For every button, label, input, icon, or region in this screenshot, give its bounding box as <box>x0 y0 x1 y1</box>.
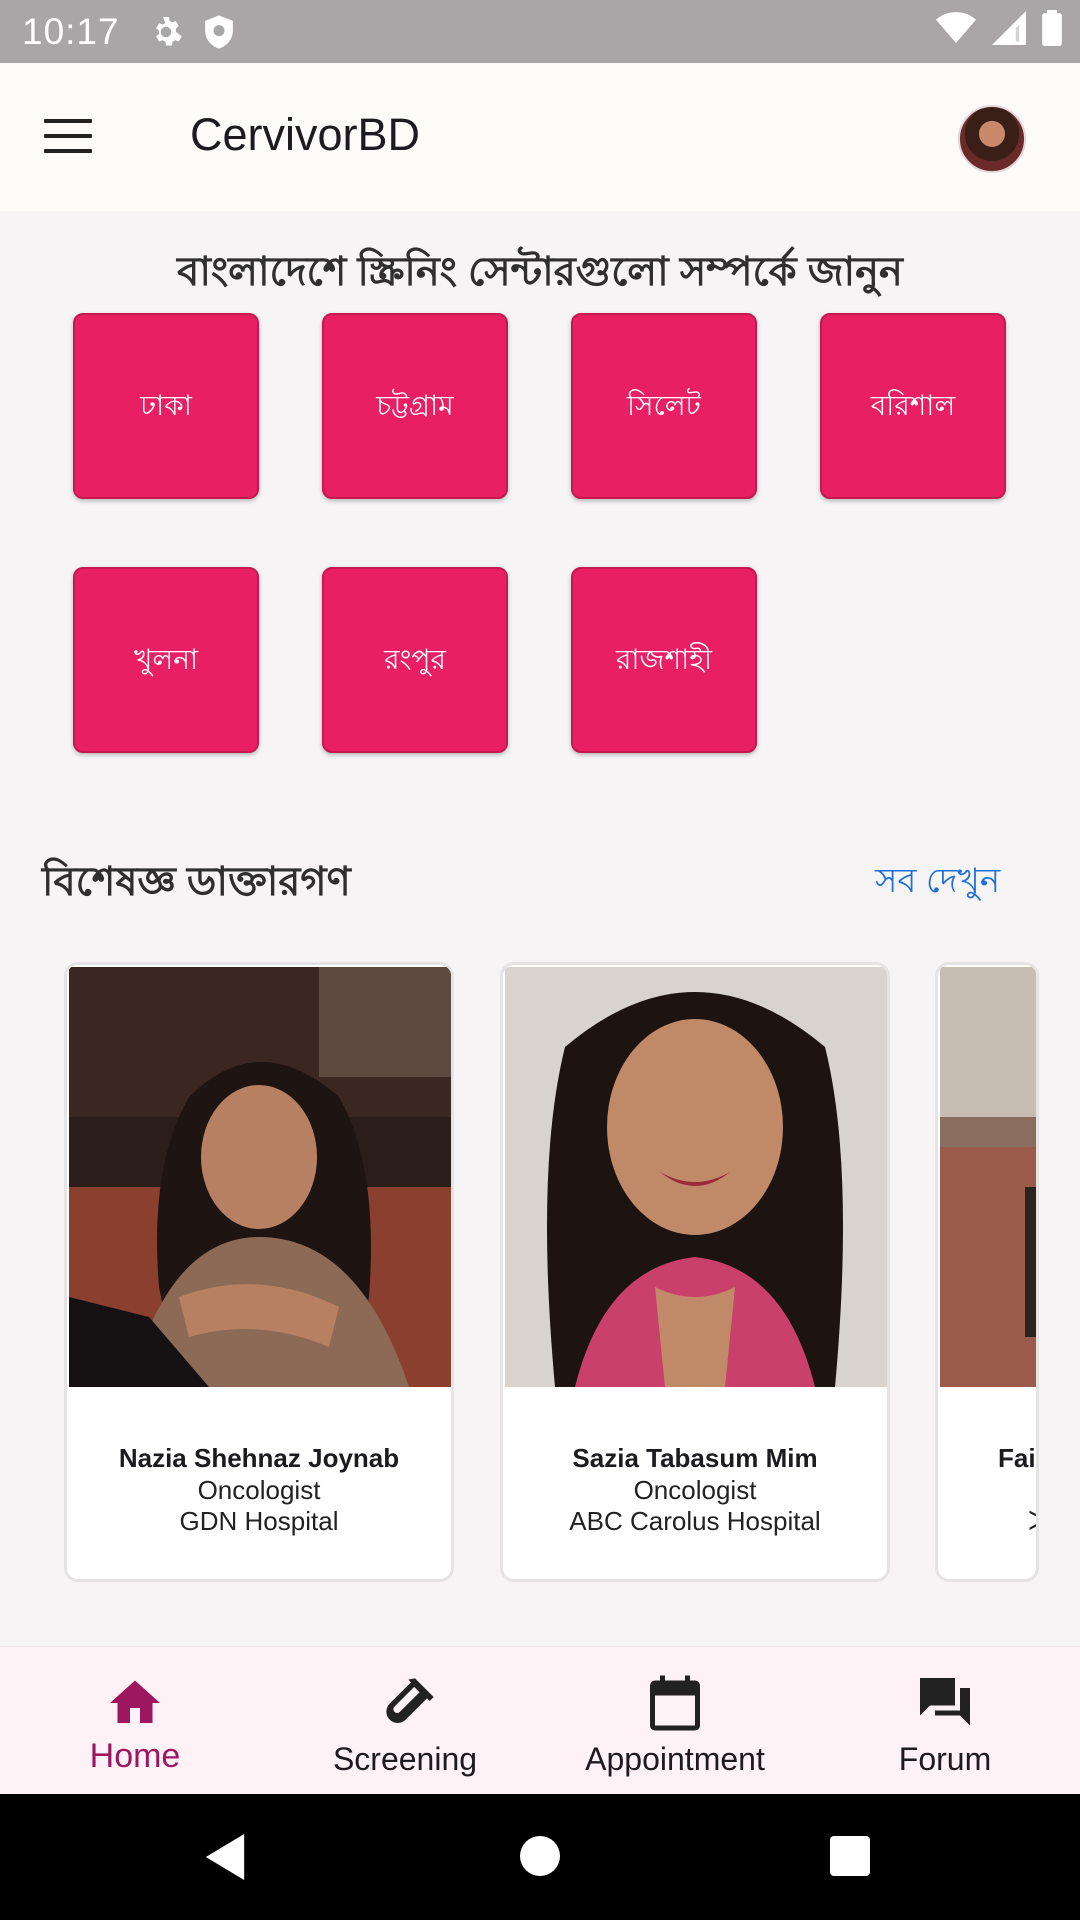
expert-doctors-heading: বিশেষজ্ঞ ডাক্তারগণ <box>42 860 351 904</box>
division-button-barishal[interactable]: বরিশাল <box>820 313 1006 499</box>
nav-forum-label: Forum <box>898 1741 992 1777</box>
doctor-card[interactable]: Sazia Tabasum Mim Oncologist ABC Carolus… <box>500 962 890 1582</box>
division-button-khulna[interactable]: খুলনা <box>73 567 259 753</box>
nav-home-label: Home <box>89 1737 181 1775</box>
division-button-rangpur[interactable]: রংপুর <box>322 567 508 753</box>
avatar[interactable] <box>958 105 1026 173</box>
division-button-sylhet[interactable]: সিলেট <box>571 313 757 499</box>
division-button-dhaka[interactable]: ঢাকা <box>73 313 259 499</box>
doctor-name: Fai <box>998 1443 1036 1473</box>
home-circle-icon[interactable] <box>520 1836 560 1881</box>
back-icon[interactable] <box>205 1834 245 1885</box>
status-bar: 10:17 <box>0 0 1080 63</box>
nav-home[interactable]: Home <box>0 1647 270 1795</box>
nav-forum[interactable]: Forum <box>810 1647 1080 1795</box>
doctor-photo <box>940 967 1036 1387</box>
see-all-link[interactable]: সব দেখুন <box>875 855 1000 912</box>
nav-screening[interactable]: Screening <box>270 1647 540 1795</box>
doctor-name: Sazia Tabasum Mim <box>572 1443 818 1473</box>
test-tube-icon <box>375 1673 435 1733</box>
division-button-rajshahi[interactable]: রাজশাহী <box>571 567 757 753</box>
doctor-specialty: Oncologist <box>633 1475 757 1505</box>
doctor-name: Nazia Shehnaz Joynab <box>118 1443 400 1473</box>
bottom-navigation: Home Screening Appointment Forum <box>0 1646 1080 1795</box>
calendar-icon <box>645 1673 705 1733</box>
status-time: 10:17 <box>22 10 120 52</box>
nav-screening-label: Screening <box>332 1741 478 1777</box>
shield-icon <box>202 14 236 50</box>
wifi-icon <box>936 11 976 50</box>
division-button-chattogram[interactable]: চট্টগ্রাম <box>322 313 508 499</box>
app-bar: CervivorBD <box>0 63 1080 211</box>
nav-appointment[interactable]: Appointment <box>540 1647 810 1795</box>
doctor-photo <box>69 967 451 1387</box>
hamburger-menu-icon[interactable] <box>44 119 104 159</box>
signal-icon <box>992 11 1026 50</box>
forum-icon <box>915 1673 975 1733</box>
doctor-hospital: ABC Carolus Hospital <box>569 1506 821 1536</box>
doctor-specialty: Oncologist <box>197 1475 321 1505</box>
nav-appointment-label: Appointment <box>585 1741 765 1777</box>
doctor-hospital: GDN Hospital <box>179 1506 339 1536</box>
system-navigation-bar <box>0 1794 1080 1920</box>
recents-icon[interactable] <box>830 1836 870 1881</box>
doctor-hospital: ᐳ <box>1028 1506 1036 1537</box>
doctor-photo <box>505 967 887 1387</box>
home-icon <box>105 1673 165 1733</box>
settings-icon <box>148 14 184 50</box>
doctor-card[interactable]: Fai ᐳ <box>935 962 1039 1582</box>
screening-centers-title: বাংলাদেশে স্ক্রিনিং সেন্টারগুলো সম্পর্কে… <box>177 250 903 294</box>
app-title: CervivorBD <box>190 109 421 160</box>
doctor-card[interactable]: Nazia Shehnaz Joynab Oncologist GDN Hosp… <box>64 962 454 1582</box>
battery-icon <box>1042 10 1062 51</box>
